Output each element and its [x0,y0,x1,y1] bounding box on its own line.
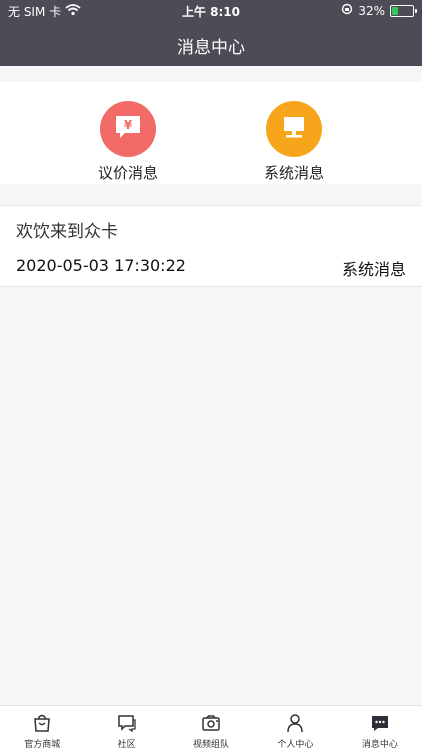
camera-icon [200,712,222,734]
tab-label: 官方商城 [24,740,61,750]
battery-icon [390,4,417,17]
shop-bag-icon [31,712,53,734]
page-title: 消息中心 [177,38,245,58]
system-circle [266,101,322,157]
category-bargain[interactable]: ¥ 议价消息 [68,101,188,183]
battery-percent: 32% [358,3,385,18]
monitor-icon [280,113,308,145]
person-icon [284,712,306,734]
message-type: 系统消息 [341,260,406,279]
tab-messages[interactable]: 消息中心 [338,706,422,750]
bargain-circle: ¥ [100,101,156,157]
yen-chat-icon: ¥ [113,113,143,145]
tab-bar: 官方商城 社区 视频组队 个人中心 消息中心 [0,705,422,750]
screen: 无 SIM 卡 上午 8:10 32% 消息中心 ¥ 议价消息 系统消息 欢饮来… [0,0,422,750]
svg-text:¥: ¥ [124,118,133,132]
tab-video-team[interactable]: 视频组队 [169,706,253,750]
category-label: 议价消息 [97,164,158,182]
rotation-lock-icon [341,3,353,18]
tab-shop[interactable]: 官方商城 [0,706,84,750]
status-bar: 无 SIM 卡 上午 8:10 32% [0,0,422,22]
battery-fill [392,6,398,15]
message-item[interactable]: 欢饮来到众卡 2020-05-03 17:30:22 系统消息 [0,205,422,287]
chat-bubble-icon [116,712,138,734]
message-icon [369,712,391,734]
tab-label: 视频组队 [193,740,230,750]
tab-community[interactable]: 社区 [84,706,168,750]
top-bar: 无 SIM 卡 上午 8:10 32% 消息中心 [0,0,422,66]
category-label: 系统消息 [263,164,324,182]
category-system[interactable]: 系统消息 [234,101,354,183]
tab-label: 个人中心 [277,740,314,750]
status-right: 32% [341,3,417,18]
category-section: ¥ 议价消息 系统消息 [0,82,422,184]
tab-profile[interactable]: 个人中心 [253,706,337,750]
message-title: 欢饮来到众卡 [16,222,118,242]
tab-label: 消息中心 [361,740,398,750]
battery-nub [415,8,417,13]
message-date: 2020-05-03 17:30:22 [16,256,186,275]
tab-label: 社区 [117,740,136,750]
